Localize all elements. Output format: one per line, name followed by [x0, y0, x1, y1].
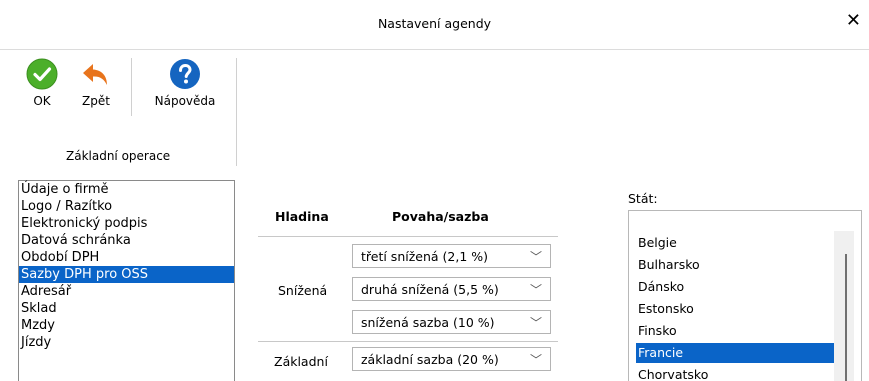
chevron-down-icon: ﹀ — [529, 250, 542, 264]
list-item[interactable]: Údaje o firmě — [19, 181, 234, 198]
ok-button[interactable]: OK — [22, 58, 62, 108]
settings-category-list[interactable]: Údaje o firmě Logo / Razítko Elektronick… — [18, 180, 235, 381]
title-bar: Nastavení agendy ✕ — [0, 0, 869, 50]
rate-select-value: snížená sazba (10 %) — [361, 315, 495, 330]
list-item[interactable]: Sklad — [19, 300, 234, 317]
rate-select[interactable]: druhá snížená (5,5 %) ﹀ — [352, 277, 551, 301]
group-separator — [236, 58, 237, 166]
rate-select-value: druhá snížená (5,5 %) — [361, 282, 499, 297]
list-item[interactable]: Bulharsko — [636, 255, 836, 275]
check-circle-icon — [26, 58, 58, 90]
toolbar-separator — [131, 58, 132, 116]
scrollbar[interactable] — [834, 231, 854, 381]
question-circle-icon — [170, 59, 200, 89]
chevron-down-icon: ﹀ — [529, 316, 542, 330]
list-item[interactable]: Elektronický podpis — [19, 215, 234, 232]
toolbar-group-label: Základní operace — [66, 149, 171, 163]
list-item[interactable]: Dánsko — [636, 277, 836, 297]
list-item[interactable]: Jízdy — [19, 334, 234, 351]
close-icon[interactable]: ✕ — [846, 12, 861, 30]
list-item[interactable]: Logo / Razítko — [19, 198, 234, 215]
undo-arrow-icon — [83, 64, 107, 85]
list-item-selected[interactable]: Sazby DPH pro OSS — [19, 266, 234, 283]
list-item[interactable]: Adresář — [19, 283, 234, 300]
rate-select-value: třetí snížená (2,1 %) — [361, 249, 489, 264]
level-standard-label: Základní — [274, 354, 328, 369]
rate-select[interactable]: snížená sazba (10 %) ﹀ — [352, 310, 551, 334]
rate-select-value: základní sazba (20 %) — [361, 352, 499, 367]
list-item[interactable]: Datová schránka — [19, 232, 234, 249]
window-title: Nastavení agendy — [377, 16, 492, 31]
chevron-down-icon: ﹀ — [529, 353, 542, 367]
chevron-down-icon: ﹀ — [529, 283, 542, 297]
column-header-nature: Povaha/sazba — [392, 209, 489, 224]
back-button[interactable]: Zpět — [76, 58, 116, 108]
back-label: Zpět — [82, 94, 110, 108]
toolbar: OK Zpět Nápověda Základní operace — [0, 50, 869, 170]
list-item[interactable]: Chorvatsko — [636, 365, 836, 381]
ok-label: OK — [33, 94, 51, 108]
state-list[interactable]: Belgie Bulharsko Dánsko Estonsko Finsko … — [628, 210, 862, 381]
column-header-level: Hladina — [275, 209, 329, 224]
list-item[interactable]: Období DPH — [19, 249, 234, 266]
state-label: Stát: — [628, 191, 658, 206]
scrollbar-thumb[interactable] — [845, 254, 847, 381]
list-item[interactable]: Finsko — [636, 321, 836, 341]
help-button[interactable]: Nápověda — [146, 58, 224, 108]
list-item[interactable]: Belgie — [636, 233, 836, 253]
list-item-selected[interactable]: Francie — [636, 343, 836, 363]
list-item[interactable]: Mzdy — [19, 317, 234, 334]
list-item[interactable]: Estonsko — [636, 299, 836, 319]
rate-select[interactable]: třetí snížená (2,1 %) ﹀ — [352, 244, 551, 268]
rate-select[interactable]: základní sazba (20 %) ﹀ — [352, 347, 551, 371]
group-divider — [258, 341, 558, 342]
level-reduced-label: Snížená — [278, 283, 328, 298]
header-divider — [258, 236, 558, 237]
help-label: Nápověda — [154, 94, 216, 108]
